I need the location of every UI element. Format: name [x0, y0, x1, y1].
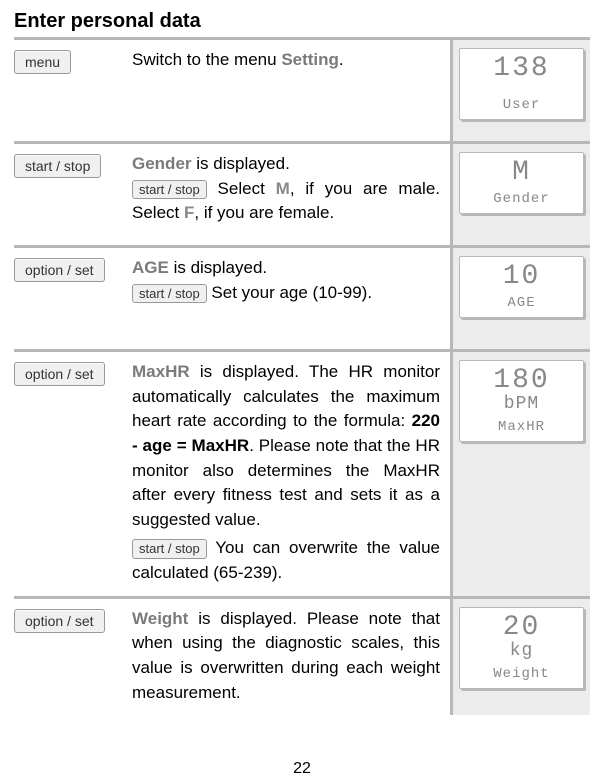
lcd-unit: bPM — [464, 395, 579, 415]
lcd-label: AGE — [464, 295, 579, 311]
lcd-label: Weight — [464, 666, 579, 682]
row-weight: option / set Weight is displayed. Please… — [14, 596, 590, 716]
lcd-display: 20 kg Weight — [459, 607, 584, 689]
lcd-label: MaxHR — [464, 419, 579, 435]
row-setting: menu Switch to the menu Setting. 138 Use… — [14, 37, 590, 141]
row-text: AGE is displayed. start / stop Set your … — [132, 256, 440, 305]
row-text-2: start / stop You can overwrite the value… — [132, 536, 440, 585]
lcd-value: 20 — [464, 614, 579, 642]
lcd-display: 10 AGE — [459, 256, 584, 318]
start-stop-button[interactable]: start / stop — [14, 154, 101, 178]
row-maxhr: option / set MaxHR is displayed. The HR … — [14, 349, 590, 596]
lcd-value: 138 — [464, 55, 579, 83]
row-gender: start / stop Gender is displayed. start … — [14, 141, 590, 245]
lcd-label: User — [464, 97, 579, 113]
lcd-display: 180 bPM MaxHR — [459, 360, 584, 442]
lcd-display: 138 User — [459, 48, 584, 120]
lcd-value: 10 — [464, 263, 579, 291]
lcd-value: 180 — [464, 367, 579, 395]
lcd-display: M Gender — [459, 152, 584, 214]
option-set-button[interactable]: option / set — [14, 609, 105, 633]
start-stop-button-inline[interactable]: start / stop — [132, 539, 207, 559]
instruction-table: menu Switch to the menu Setting. 138 Use… — [14, 37, 590, 715]
row-age: option / set AGE is displayed. start / s… — [14, 245, 590, 349]
row-text: Weight is displayed. Please note that wh… — [132, 607, 440, 706]
option-set-button[interactable]: option / set — [14, 258, 105, 282]
lcd-unit: kg — [464, 642, 579, 662]
start-stop-button-inline[interactable]: start / stop — [132, 180, 207, 200]
row-text: MaxHR is displayed. The HR monitor autom… — [132, 360, 440, 532]
option-set-button[interactable]: option / set — [14, 362, 105, 386]
row-text: Gender is displayed. start / stop Select… — [132, 152, 440, 226]
page-number: 22 — [0, 760, 604, 778]
row-text: Switch to the menu Setting. — [132, 48, 440, 73]
page-title: Enter personal data — [14, 10, 590, 33]
menu-button[interactable]: menu — [14, 50, 71, 74]
lcd-label: Gender — [464, 191, 579, 207]
start-stop-button-inline[interactable]: start / stop — [132, 284, 207, 304]
lcd-value: M — [464, 159, 579, 187]
